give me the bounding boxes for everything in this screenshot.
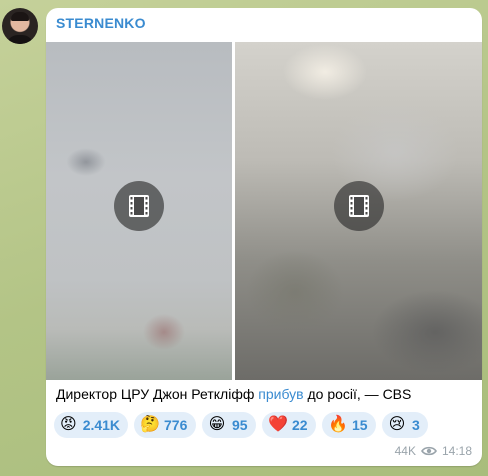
- caption-text-after: до росії, — CBS: [303, 386, 412, 402]
- video-play-button[interactable]: [334, 181, 384, 231]
- reaction-grin[interactable]: 😁 95: [202, 412, 256, 438]
- reaction-count: 2.41K: [82, 417, 121, 433]
- message-meta: 44K 14:18: [395, 444, 472, 458]
- channel-name[interactable]: STERNENKO: [56, 15, 146, 31]
- video-play-button[interactable]: [114, 181, 164, 231]
- film-icon: [129, 195, 149, 217]
- reaction-thinking[interactable]: 🤔 776: [134, 412, 196, 438]
- video-thumbnail-1[interactable]: [46, 42, 232, 380]
- fire-emoji-icon: 🔥: [328, 416, 348, 433]
- angry-emoji-icon: 😡: [60, 416, 77, 433]
- crying-emoji-icon: 😢: [388, 416, 406, 433]
- reaction-count: 22: [292, 417, 308, 433]
- reaction-heart[interactable]: ❤️ 22: [262, 412, 316, 438]
- avatar-shirt: [6, 35, 34, 44]
- message-time: 14:18: [441, 444, 472, 458]
- heart-emoji-icon: ❤️: [268, 416, 288, 433]
- reaction-crying[interactable]: 😢 3: [382, 412, 428, 438]
- avatar-hair: [11, 12, 29, 21]
- channel-avatar[interactable]: [2, 8, 38, 44]
- grin-emoji-icon: 😁: [208, 416, 226, 433]
- reaction-count: 3: [412, 417, 420, 433]
- message-bubble: STERNENKO Директор ЦРУ Джон Реткліфф при…: [46, 8, 482, 466]
- video-thumbnail-2[interactable]: [235, 42, 482, 380]
- reaction-fire[interactable]: 🔥 15: [322, 412, 376, 438]
- caption-text-before: Директор ЦРУ Джон Реткліфф: [56, 386, 259, 402]
- film-icon: [349, 195, 369, 217]
- caption-link[interactable]: прибув: [258, 386, 303, 402]
- message-caption: Директор ЦРУ Джон Реткліфф прибув до рос…: [56, 385, 476, 403]
- reaction-count: 95: [232, 417, 248, 433]
- reaction-count: 776: [164, 417, 188, 433]
- view-count: 44K: [394, 444, 416, 458]
- reaction-count: 15: [352, 417, 368, 433]
- reaction-angry[interactable]: 😡 2.41K: [54, 412, 128, 438]
- media-album: [46, 42, 482, 380]
- eye-icon: [421, 446, 437, 456]
- thinking-emoji-icon: 🤔: [140, 416, 160, 433]
